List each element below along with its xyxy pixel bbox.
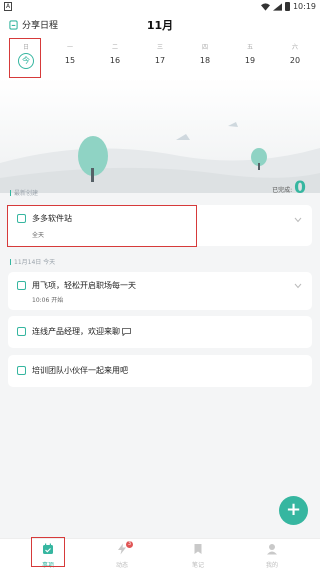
task-card[interactable]: 用飞项，轻松开启职场每一天 10:06 开始 <box>8 272 312 310</box>
today-highlight-frame <box>9 38 41 78</box>
day-15[interactable]: 一 15 <box>52 36 88 76</box>
tab-label: 笔记 <box>191 562 204 568</box>
hero-illustration <box>0 78 320 193</box>
plus-icon: + <box>285 499 302 520</box>
tab-highlight-frame <box>31 537 65 567</box>
day-16[interactable]: 二 16 <box>97 36 133 76</box>
task-card[interactable]: 连线产品经理，欢迎来聊 <box>8 316 312 348</box>
section-marker <box>10 258 11 265</box>
notification-icon: A <box>4 2 12 11</box>
task-checkbox[interactable] <box>17 327 26 336</box>
completed-count: 0 <box>294 178 306 198</box>
task-title: 连线产品经理，欢迎来聊 <box>32 327 120 336</box>
tab-label: 动态 <box>115 562 128 568</box>
task-title: 用飞项，轻松开启职场每一天 <box>32 281 136 290</box>
task-subtitle: 10:06 开始 <box>32 297 64 304</box>
date-label: 15 <box>64 56 76 65</box>
task-checkbox[interactable] <box>17 281 26 290</box>
add-task-button[interactable]: + <box>279 496 308 525</box>
task-title-row: 连线产品经理，欢迎来聊 <box>32 326 131 337</box>
weekday-label: 五 <box>246 44 253 51</box>
bookmark-icon <box>194 544 202 554</box>
tab-notes[interactable]: 笔记 <box>158 539 238 568</box>
day-17[interactable]: 三 17 <box>142 36 178 76</box>
date-label: 19 <box>244 56 256 65</box>
recent-label-text: 最新创建 <box>14 190 39 197</box>
chevron-down-icon[interactable] <box>294 217 302 223</box>
weekday-label: 三 <box>156 44 163 51</box>
completed-label: 已完成: <box>272 187 293 194</box>
recent-section-label: 最新创建 <box>10 188 38 197</box>
share-schedule-button[interactable]: 分享日程 <box>9 18 58 31</box>
date-label: 18 <box>199 56 211 65</box>
landscape-illustration <box>0 122 320 193</box>
date-label: 16 <box>109 56 121 65</box>
weekday-label: 四 <box>201 44 208 51</box>
weekday-label: 二 <box>111 44 118 51</box>
weekday-label: 一 <box>66 44 73 51</box>
share-icon <box>9 19 18 30</box>
chevron-down-icon[interactable] <box>294 283 302 289</box>
day-19[interactable]: 五 19 <box>232 36 268 76</box>
share-label: 分享日程 <box>22 21 59 31</box>
task-highlight-frame <box>7 205 197 247</box>
date-label-text: 11月14日 今天 <box>14 259 56 266</box>
completed-counter: 已完成: 0 <box>272 180 306 197</box>
date-label: 17 <box>154 56 166 65</box>
task-card[interactable]: 培训团队小伙伴一起来用吧 <box>8 355 312 387</box>
day-18[interactable]: 四 18 <box>187 36 223 76</box>
date-label: 20 <box>289 56 301 65</box>
top-bar: 11月 分享日程 <box>0 14 320 36</box>
tab-label: 我的 <box>265 562 278 568</box>
profile-icon <box>267 544 277 555</box>
task-title: 培训团队小伙伴一起来用吧 <box>32 366 128 375</box>
status-bar: A 10:19 <box>0 0 320 14</box>
date-section-label: 11月14日 今天 <box>10 257 55 266</box>
week-strip: 日 今 一 15 二 16 三 17 四 18 五 19 六 20 <box>0 36 320 78</box>
chat-bubble-icon <box>122 327 131 336</box>
tab-activity[interactable]: 3 动态 <box>82 539 162 568</box>
tab-profile[interactable]: 我的 <box>232 539 312 568</box>
day-20[interactable]: 六 20 <box>277 36 313 76</box>
notification-badge: 3 <box>126 541 133 548</box>
signal-icon <box>272 2 282 11</box>
battery-icon <box>284 2 290 11</box>
wifi-icon <box>260 2 270 11</box>
weekday-label: 六 <box>291 44 298 51</box>
section-marker <box>10 189 11 196</box>
task-checkbox[interactable] <box>17 366 26 375</box>
status-time: 10:19 <box>292 2 316 11</box>
